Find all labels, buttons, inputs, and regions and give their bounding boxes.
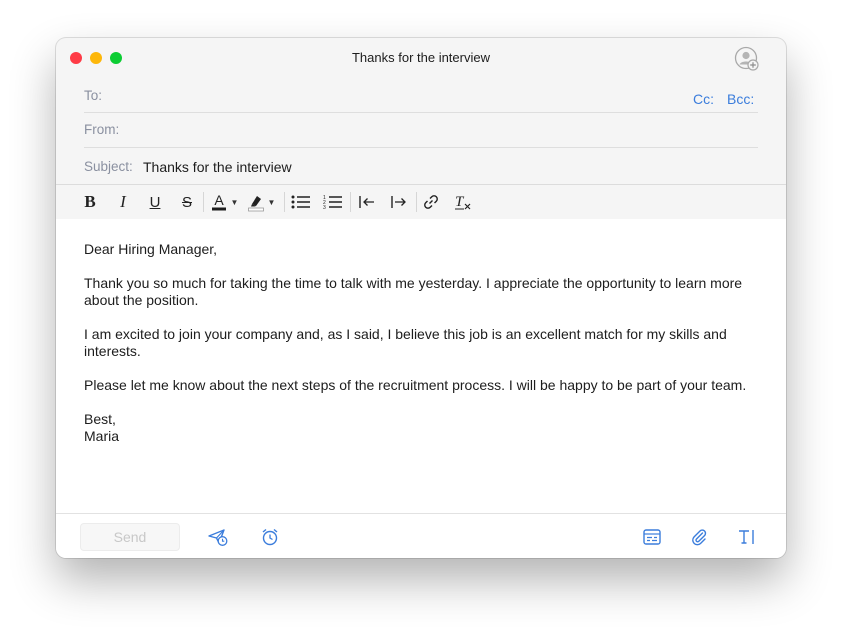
to-field[interactable] <box>114 86 674 106</box>
from-label: From: <box>84 122 120 137</box>
closing: Best, <box>84 411 116 427</box>
compose-window: Thanks for the interview To: Cc: Bcc: Fr… <box>56 38 786 558</box>
bold-icon: B <box>84 192 96 211</box>
schedule-send-icon <box>208 529 228 546</box>
bcc-button[interactable]: Bcc: <box>727 91 754 107</box>
to-row: To: Cc: Bcc: <box>84 78 758 113</box>
indent-button[interactable] <box>388 190 410 214</box>
clear-formatting-icon: T <box>455 194 471 210</box>
message-body-editor[interactable]: Dear Hiring Manager, Thank you so much f… <box>56 219 786 513</box>
svg-text:A: A <box>214 192 224 208</box>
toolbar-divider <box>416 192 417 212</box>
subject-field[interactable] <box>143 157 743 177</box>
text-format-icon <box>739 530 754 544</box>
templates-button[interactable] <box>641 526 663 548</box>
highlight-button[interactable]: ▼ <box>244 190 278 214</box>
add-contact-icon <box>734 46 759 71</box>
highlighter-icon <box>247 196 264 212</box>
cc-button[interactable]: Cc: <box>693 91 714 107</box>
formatting-toolbar: B I U S A ▼ ▼ 1 2 3 T <box>56 184 786 220</box>
paragraph: I am excited to join your company and, a… <box>84 326 727 359</box>
svg-text:T: T <box>455 194 465 210</box>
greeting: Dear Hiring Manager, <box>84 241 218 257</box>
strikethrough-button[interactable]: S <box>177 190 197 214</box>
underline-icon: U <box>149 193 161 211</box>
signature: Maria <box>84 428 120 444</box>
numbered-list-icon: 1 2 3 <box>323 195 342 210</box>
indent-icon <box>391 196 406 208</box>
bulleted-list-button[interactable] <box>290 190 312 214</box>
toolbar-divider <box>284 192 285 212</box>
template-icon <box>643 529 661 545</box>
attach-file-button[interactable] <box>688 526 710 548</box>
message-body[interactable]: Dear Hiring Manager, Thank you so much f… <box>84 241 756 445</box>
text-color-button[interactable]: A ▼ <box>208 190 240 214</box>
bold-button[interactable]: B <box>80 190 100 214</box>
toolbar-divider <box>350 192 351 212</box>
window-title: Thanks for the interview <box>351 50 490 65</box>
paragraph: Please let me know about the next steps … <box>84 377 747 393</box>
compose-footer: Send <box>56 513 786 558</box>
clear-formatting-button[interactable]: T <box>452 190 474 214</box>
italic-icon: I <box>120 192 126 211</box>
send-button[interactable]: Send <box>80 523 180 551</box>
bulleted-list-icon <box>291 195 310 209</box>
underline-button[interactable]: U <box>145 190 165 214</box>
outdent-button[interactable] <box>356 190 378 214</box>
add-contact-button[interactable] <box>734 46 760 72</box>
paragraph: Thank you so much for taking the time to… <box>84 275 743 308</box>
numbered-list-button[interactable]: 1 2 3 <box>322 190 344 214</box>
subject-label: Subject: <box>84 159 133 174</box>
text-color-icon: A <box>211 192 226 211</box>
reminder-button[interactable] <box>259 526 281 548</box>
schedule-send-button[interactable] <box>207 526 229 548</box>
strikethrough-icon: S <box>181 193 192 211</box>
italic-button[interactable]: I <box>113 190 133 214</box>
chevron-down-icon: ▼ <box>230 197 239 207</box>
outdent-icon <box>359 196 374 208</box>
subject-row: Subject: <box>84 148 758 182</box>
from-field[interactable] <box>128 121 728 141</box>
link-icon <box>424 195 438 209</box>
title-bar: Thanks for the interview <box>56 38 786 78</box>
insert-link-button[interactable] <box>420 190 442 214</box>
chevron-down-icon: ▼ <box>267 197 276 207</box>
to-label: To: <box>84 88 103 103</box>
paperclip-icon <box>692 529 707 546</box>
svg-text:3: 3 <box>323 205 326 210</box>
from-row: From: <box>84 113 758 148</box>
alarm-clock-icon <box>262 528 278 546</box>
text-formatting-toggle-button[interactable] <box>736 526 758 548</box>
toolbar-divider <box>203 192 204 212</box>
